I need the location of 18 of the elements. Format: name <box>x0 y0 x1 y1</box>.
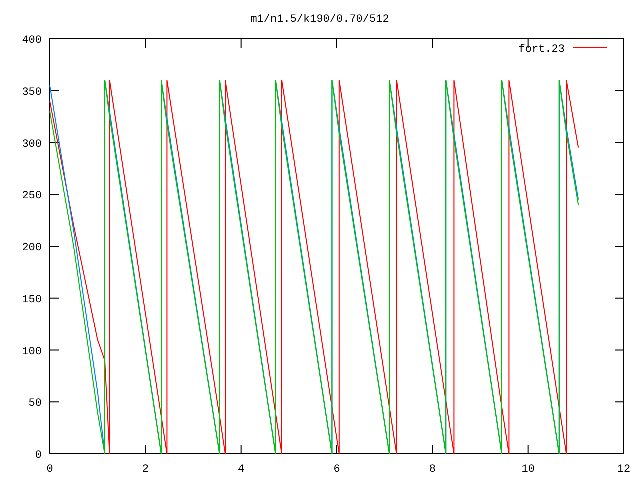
y-tick-label: 400 <box>22 35 42 47</box>
chart-title: m1/n1.5/k190/0.70/512 <box>250 14 390 26</box>
y-tick-label: 150 <box>22 294 42 306</box>
x-tick-label: 4 <box>238 464 245 476</box>
x-tick-label: 2 <box>142 464 149 476</box>
legend-label: fort.23 <box>518 44 565 56</box>
y-tick-label: 300 <box>22 138 42 151</box>
y-tick-label: 250 <box>22 190 42 203</box>
y-tick-label: 350 <box>22 86 42 99</box>
x-tick-label: 10 <box>522 464 535 476</box>
y-tick-label: 0 <box>35 450 42 462</box>
y-tick-label: 200 <box>22 242 42 254</box>
x-tick-label: 8 <box>429 464 436 476</box>
x-tick-label: 12 <box>617 464 631 476</box>
y-tick-label: 50 <box>28 398 42 410</box>
x-tick-label: 0 <box>46 464 54 476</box>
x-tick-label: 6 <box>334 464 340 476</box>
y-tick-label: 100 <box>22 346 42 358</box>
